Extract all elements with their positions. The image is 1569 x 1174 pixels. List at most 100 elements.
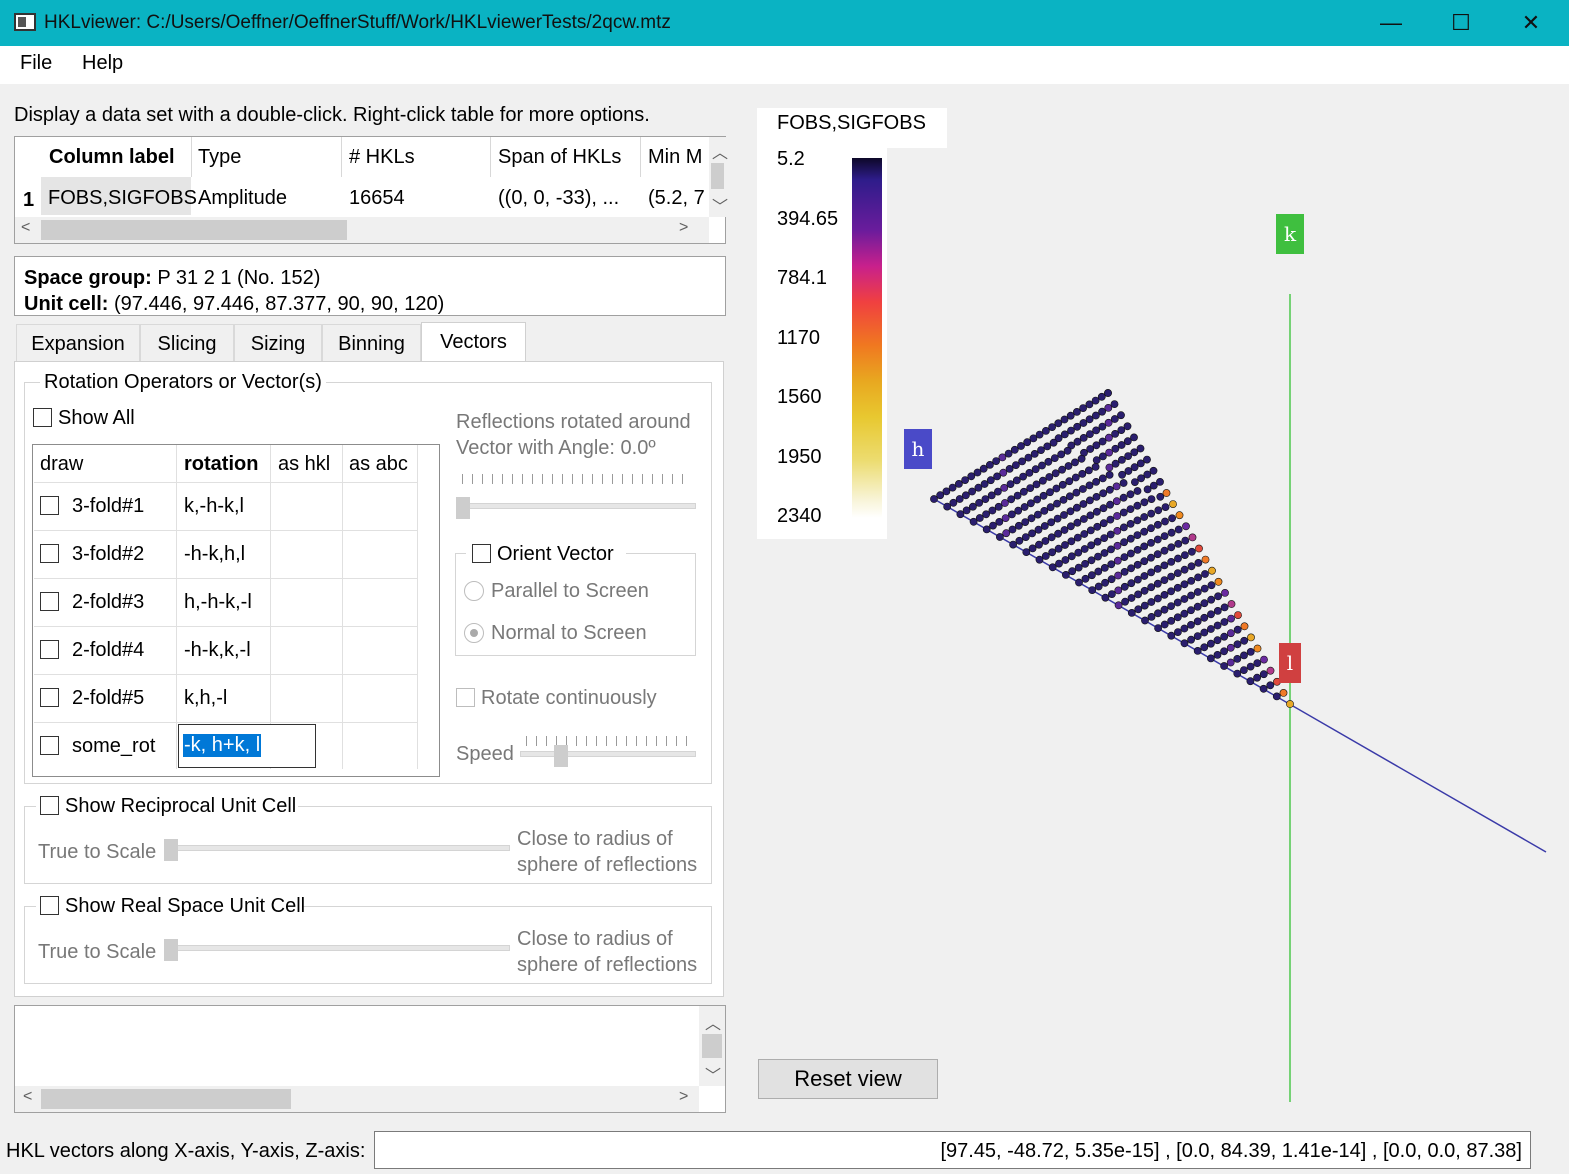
- real-scale-handle[interactable]: [164, 939, 178, 961]
- header-draw[interactable]: draw: [40, 453, 83, 476]
- speed-slider-handle[interactable]: [554, 745, 568, 767]
- header-min[interactable]: Min M: [648, 146, 708, 169]
- parallel-radio[interactable]: [464, 581, 484, 601]
- rotate-continuously-label[interactable]: Rotate continuously: [481, 687, 657, 710]
- close-button[interactable]: ✕: [1496, 0, 1566, 46]
- real-scale-slider[interactable]: [166, 945, 510, 951]
- header-as-hkl[interactable]: as hkl: [278, 453, 330, 476]
- real-cell-checkbox[interactable]: [40, 896, 59, 915]
- scroll-left-icon[interactable]: <: [23, 1088, 32, 1106]
- angle-slider-handle[interactable]: [456, 497, 470, 519]
- orient-vector-checkbox[interactable]: [472, 544, 491, 563]
- scroll-right-icon[interactable]: >: [679, 1088, 688, 1106]
- rotation-edit-selection[interactable]: -k, h+k, l: [183, 734, 262, 757]
- cell-type[interactable]: Amplitude: [198, 187, 287, 210]
- scroll-down-icon[interactable]: ﹀: [712, 193, 728, 217]
- scroll-up-icon[interactable]: ︿: [712, 139, 728, 163]
- table-row[interactable]: 2-fold#5 k,h,-l: [34, 675, 418, 723]
- table-row[interactable]: 2-fold#4 -h-k,k,-l: [34, 627, 418, 675]
- header-hkls[interactable]: # HKLs: [349, 146, 415, 169]
- rotation-operator[interactable]: h,-h-k,-l: [184, 591, 252, 614]
- scroll-left-icon[interactable]: <: [21, 219, 30, 237]
- table-row[interactable]: 1 FOBS,SIGFOBS Amplitude 16654 ((0, 0, -…: [15, 177, 709, 215]
- reflection-point: [1173, 583, 1182, 592]
- tab-sizing[interactable]: Sizing: [234, 324, 322, 362]
- draw-checkbox[interactable]: [40, 688, 59, 707]
- cell-min[interactable]: (5.2, 7: [648, 187, 708, 210]
- angle-slider[interactable]: [458, 503, 696, 509]
- scroll-down-icon[interactable]: ﹀: [705, 1062, 721, 1086]
- table-row[interactable]: 3-fold#1 k,-h-k,l: [34, 483, 418, 531]
- reflection-point: [1098, 422, 1107, 431]
- draw-checkbox[interactable]: [40, 736, 59, 755]
- header-rotation[interactable]: rotation: [184, 453, 258, 476]
- header-type[interactable]: Type: [198, 146, 241, 169]
- draw-checkbox[interactable]: [40, 496, 59, 515]
- table-vscrollbar[interactable]: ︿ ﹀: [709, 137, 728, 217]
- maximize-button[interactable]: ☐: [1426, 0, 1496, 46]
- rotation-operator[interactable]: -h-k,k,-l: [184, 639, 251, 662]
- cell-span[interactable]: ((0, 0, -33), ...: [498, 187, 619, 210]
- hkl-vectors-value[interactable]: [97.45, -48.72, 5.35e-15] , [0.0, 84.39,…: [940, 1140, 1522, 1163]
- reflection-point: [1118, 470, 1126, 479]
- reset-view-button[interactable]: Reset view: [758, 1059, 938, 1099]
- log-hscrollbar[interactable]: < >: [15, 1086, 699, 1112]
- reflection-point: [1154, 506, 1163, 515]
- reflection-point: [1133, 531, 1142, 539]
- speed-slider[interactable]: [520, 751, 696, 757]
- show-all-checkbox[interactable]: [33, 408, 52, 427]
- header-column-label[interactable]: Column label: [49, 146, 175, 169]
- app-icon: [14, 13, 36, 31]
- dataset-table[interactable]: Column label Type # HKLs Span of HKLs Mi…: [14, 136, 728, 244]
- header-span[interactable]: Span of HKLs: [498, 146, 621, 169]
- reciprocal-cell-checkbox[interactable]: [40, 796, 59, 815]
- draw-checkbox[interactable]: [40, 592, 59, 611]
- reciprocal-cell-label[interactable]: Show Reciprocal Unit Cell: [65, 795, 296, 818]
- reflection-point: [1147, 568, 1155, 577]
- 3d-viewer[interactable]: FOBS,SIGFOBS 5.2 394.65 784.1 1170 1560 …: [746, 96, 1569, 1126]
- orient-vector-label[interactable]: Orient Vector: [497, 543, 614, 566]
- reflection-point: [1126, 534, 1135, 543]
- rotation-operator[interactable]: k,h,-l: [184, 687, 227, 710]
- cell-label[interactable]: FOBS,SIGFOBS: [48, 187, 197, 210]
- tab-vectors[interactable]: Vectors: [421, 322, 526, 363]
- table-row[interactable]: some_rot -k, h+k, l: [34, 723, 418, 769]
- reflection-point: [1147, 509, 1156, 518]
- menu-bar: [0, 46, 1569, 84]
- reflection-point: [1120, 538, 1128, 547]
- show-all-label[interactable]: Show All: [58, 407, 135, 430]
- header-as-abc[interactable]: as abc: [349, 453, 408, 476]
- reflection-point: [1092, 456, 1101, 464]
- reflection-point: [1002, 529, 1011, 538]
- reflection-point: [1033, 495, 1042, 504]
- normal-label[interactable]: Normal to Screen: [491, 622, 647, 645]
- table-row[interactable]: 2-fold#3 h,-h-k,-l: [34, 579, 418, 627]
- hkl-vectors-field[interactable]: [97.45, -48.72, 5.35e-15] , [0.0, 84.39,…: [374, 1131, 1531, 1169]
- reciprocal-scale-slider[interactable]: [166, 845, 510, 851]
- reflection-point: [1180, 551, 1189, 559]
- rotate-continuously-checkbox[interactable]: [456, 688, 475, 707]
- rotation-edit-field[interactable]: -k, h+k, l: [178, 724, 316, 768]
- reciprocal-scale-handle[interactable]: [164, 839, 178, 861]
- table-row[interactable]: 3-fold#2 -h-k,h,l: [34, 531, 418, 579]
- tab-slicing[interactable]: Slicing: [140, 324, 234, 362]
- draw-checkbox[interactable]: [40, 544, 59, 563]
- rotation-operator[interactable]: -h-k,h,l: [184, 543, 245, 566]
- tab-binning[interactable]: Binning: [322, 324, 421, 362]
- unit-cell-value: (97.446, 97.446, 87.377, 90, 90, 120): [114, 293, 445, 315]
- tab-expansion[interactable]: Expansion: [16, 324, 140, 362]
- scroll-up-icon[interactable]: ︿: [705, 1010, 721, 1034]
- scroll-right-icon[interactable]: >: [679, 219, 688, 237]
- minimize-button[interactable]: —: [1356, 0, 1426, 46]
- cell-hkls[interactable]: 16654: [349, 187, 405, 210]
- log-vscrollbar[interactable]: ︿ ﹀: [699, 1006, 725, 1086]
- rotation-operator[interactable]: k,-h-k,l: [184, 495, 244, 518]
- table-hscrollbar[interactable]: < >: [15, 217, 709, 243]
- menu-help[interactable]: Help: [82, 52, 123, 75]
- draw-checkbox[interactable]: [40, 640, 59, 659]
- log-text-area[interactable]: ︿ ﹀ < >: [14, 1005, 726, 1113]
- menu-file[interactable]: File: [20, 52, 52, 75]
- parallel-label[interactable]: Parallel to Screen: [491, 580, 649, 603]
- normal-radio[interactable]: [464, 623, 484, 643]
- real-cell-label[interactable]: Show Real Space Unit Cell: [65, 895, 305, 918]
